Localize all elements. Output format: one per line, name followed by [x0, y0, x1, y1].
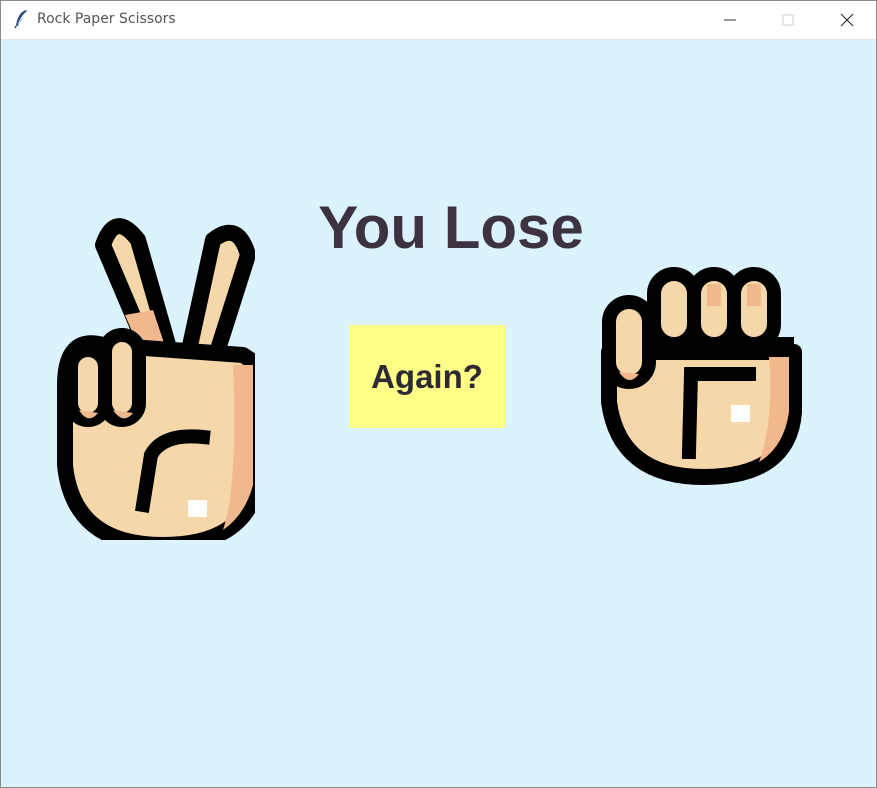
scissors-hand-icon — [53, 215, 258, 540]
minimize-button[interactable] — [701, 1, 759, 39]
window-title: Rock Paper Scissors — [37, 11, 176, 27]
maximize-icon — [782, 14, 794, 26]
close-icon — [840, 13, 854, 27]
app-window: Rock Paper Scissors You Lose Again? — [0, 0, 877, 788]
maximize-button[interactable] — [759, 1, 817, 39]
title-bar[interactable]: Rock Paper Scissors — [1, 1, 876, 40]
game-area: You Lose Again? — [1, 40, 876, 787]
close-button[interactable] — [818, 1, 876, 39]
feather-icon — [13, 9, 29, 29]
result-label: You Lose — [318, 194, 584, 261]
rock-fist-icon — [599, 262, 804, 487]
again-button[interactable]: Again? — [349, 325, 505, 428]
minimize-icon — [724, 19, 736, 21]
